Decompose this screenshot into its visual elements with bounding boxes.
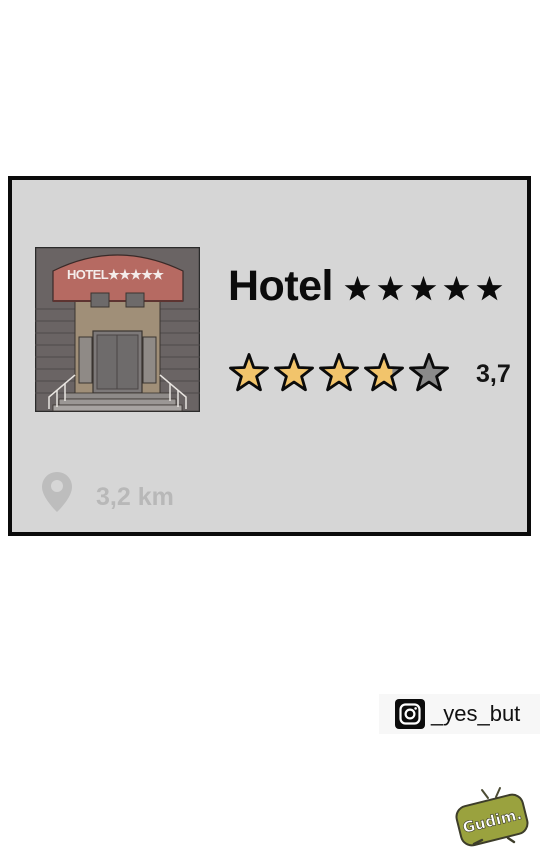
instagram-icon — [395, 699, 425, 729]
hotel-name: Hotel — [228, 262, 334, 310]
distance-info: 3,2 km — [40, 470, 174, 514]
instagram-handle: _yes_but — [431, 701, 521, 726]
hotel-photo: HOTEL★★★★★ — [34, 246, 201, 413]
rating-stars — [228, 352, 450, 394]
rating-value: 3,7 — [476, 360, 511, 388]
guest-rating: 3,7 — [228, 352, 522, 396]
class-star-icon — [410, 275, 437, 300]
artist-signature-logo: Gudim. — [452, 782, 532, 848]
hotel-listing-card[interactable]: HOTEL★★★★★ Hotel 3,7 3,2 km — [8, 176, 531, 536]
rating-star-icon — [409, 353, 449, 392]
hotel-sign-text: HOTEL★★★★★ — [67, 267, 164, 282]
rating-star-icon — [319, 353, 359, 392]
rating-star-icon — [274, 353, 314, 392]
rating-star-icon — [229, 353, 269, 392]
location-pin-icon — [42, 472, 72, 512]
class-star-icon — [443, 275, 470, 300]
class-star-icon — [377, 275, 404, 300]
distance-text: 3,2 km — [96, 482, 174, 511]
instagram-credit[interactable]: _yes_but — [379, 694, 540, 734]
class-star-icon — [476, 275, 503, 300]
hotel-class-stars — [343, 274, 504, 303]
rating-star-icon — [364, 353, 404, 392]
hotel-title-row: Hotel — [228, 262, 504, 310]
class-star-icon — [344, 275, 371, 300]
